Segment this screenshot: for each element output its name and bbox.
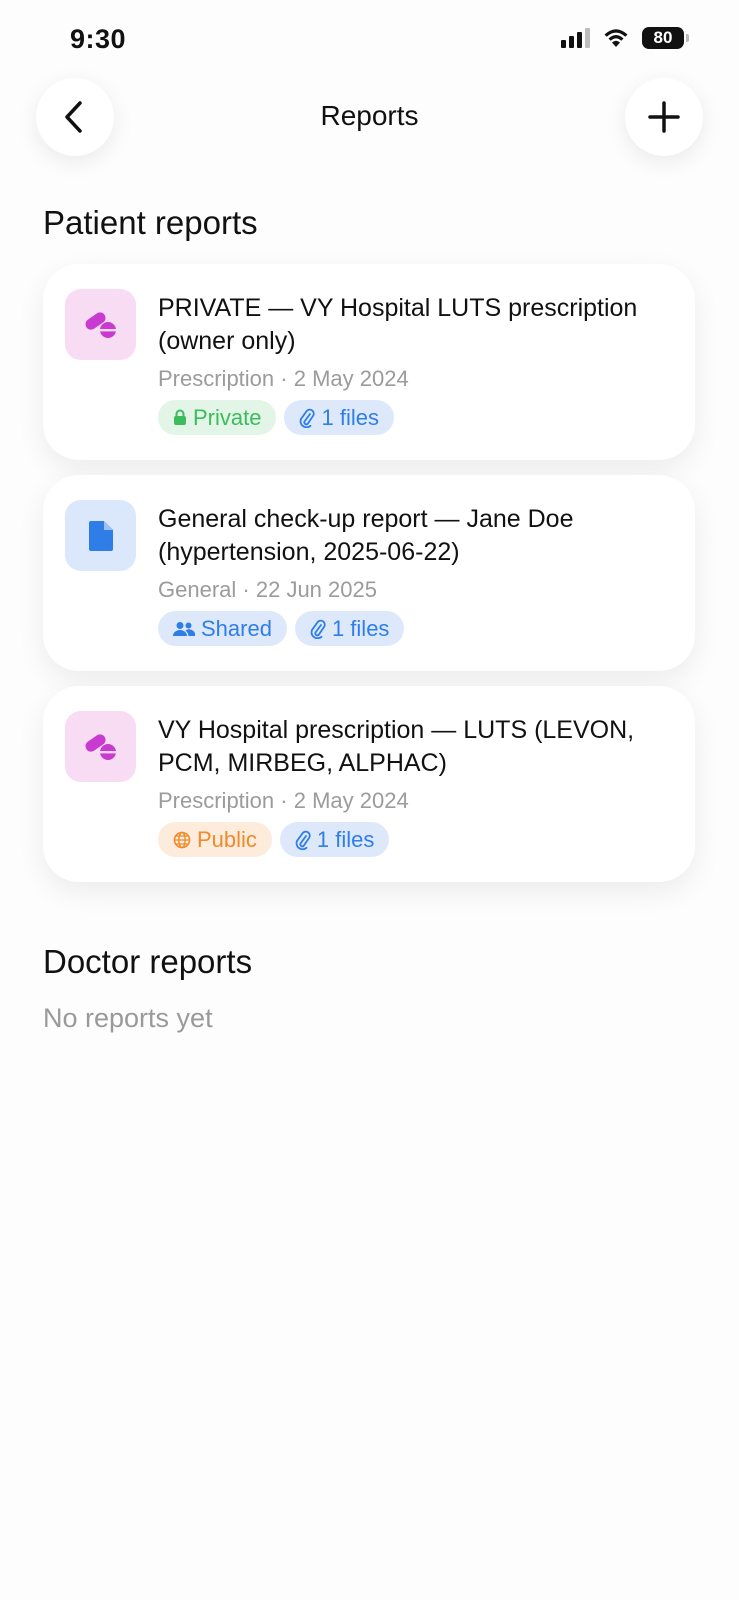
paperclip-icon: [300, 408, 316, 428]
report-date: 2 May 2024: [293, 788, 409, 813]
report-meta: General · 22 Jun 2025: [158, 577, 377, 603]
report-badges: Private 1 files: [158, 400, 394, 435]
add-report-button[interactable]: [625, 78, 703, 156]
report-card[interactable]: PRIVATE — VY Hospital LUTS prescription …: [43, 264, 695, 460]
wifi-icon: [604, 29, 628, 47]
visibility-badge: Private: [158, 400, 277, 435]
doctor-reports-heading: Doctor reports: [43, 943, 253, 980]
files-label: 1 files: [331, 615, 390, 641]
report-type: General: [158, 577, 237, 602]
report-card[interactable]: General check-up report — Jane Doe (hype…: [43, 475, 695, 671]
paperclip-icon: [310, 619, 326, 639]
report-badges: Shared 1 files: [158, 611, 405, 646]
visibility-badge: Shared: [158, 611, 287, 646]
visibility-badge: Public: [158, 822, 272, 857]
meta-separator: ·: [280, 366, 288, 391]
pill-icon: [65, 711, 136, 782]
signal-icon: [561, 28, 590, 48]
patient-report-list: PRIVATE — VY Hospital LUTS prescription …: [43, 264, 695, 897]
visibility-label: Shared: [201, 615, 272, 641]
battery-icon: 80: [642, 27, 689, 49]
plus-icon: [648, 101, 680, 133]
report-type: Prescription: [158, 788, 275, 813]
pill-icon: [65, 289, 136, 360]
visibility-label: Public: [197, 826, 257, 852]
report-type: Prescription: [158, 366, 275, 391]
status-bar: 9:30 80: [0, 0, 739, 80]
globe-icon: [173, 831, 191, 848]
meta-separator: ·: [242, 577, 250, 602]
document-icon: [65, 500, 136, 571]
files-label: 1 files: [321, 404, 379, 430]
nav-bar: Reports: [0, 78, 739, 158]
status-time: 9:30: [70, 24, 127, 54]
files-badge: 1 files: [284, 400, 394, 435]
files-label: 1 files: [316, 826, 375, 852]
files-badge: 1 files: [279, 822, 390, 857]
report-title: VY Hospital prescription — LUTS (LEVON, …: [158, 716, 635, 777]
meta-separator: ·: [280, 788, 288, 813]
lock-icon: [174, 409, 186, 425]
battery-level: 80: [642, 27, 684, 49]
report-date: 22 Jun 2025: [255, 577, 377, 602]
report-title: PRIVATE — VY Hospital LUTS prescription …: [158, 294, 638, 355]
report-title: General check-up report — Jane Doe (hype…: [158, 505, 574, 566]
people-icon: [173, 621, 195, 636]
report-date: 2 May 2024: [293, 366, 409, 391]
files-badge: 1 files: [294, 611, 405, 646]
paperclip-icon: [295, 830, 311, 850]
patient-reports-heading: Patient reports: [43, 204, 258, 241]
doctor-reports-empty: No reports yet: [43, 1003, 213, 1033]
report-badges: Public 1 files: [158, 822, 390, 857]
report-card[interactable]: VY Hospital prescription — LUTS (LEVON, …: [43, 686, 695, 882]
visibility-label: Private: [193, 404, 262, 430]
status-icons: 80: [561, 27, 689, 49]
report-meta: Prescription · 2 May 2024: [158, 788, 409, 814]
report-meta: Prescription · 2 May 2024: [158, 366, 409, 392]
